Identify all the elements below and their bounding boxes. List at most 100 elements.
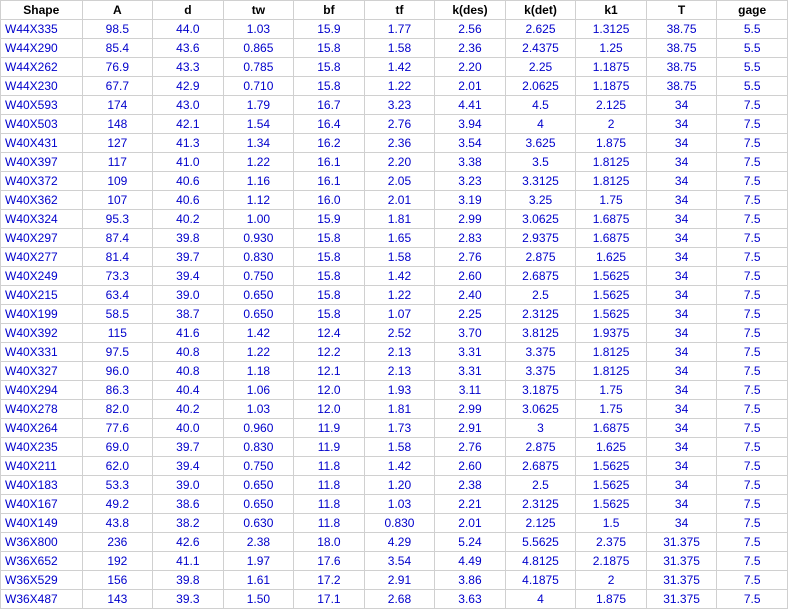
value-cell: 15.8: [294, 305, 365, 324]
value-cell: 1.875: [576, 590, 647, 609]
value-cell: 39.7: [153, 438, 224, 457]
value-cell: 3.0625: [505, 210, 576, 229]
value-cell: 62.0: [82, 457, 153, 476]
value-cell: 7.5: [717, 153, 788, 172]
value-cell: 34: [646, 305, 717, 324]
col-header-shape: Shape: [1, 1, 83, 20]
value-cell: 34: [646, 514, 717, 533]
value-cell: 1.07: [364, 305, 435, 324]
table-body: W44X33598.544.01.0315.91.772.562.6251.31…: [1, 20, 788, 609]
col-header-tw: tw: [223, 1, 294, 20]
value-cell: 0.630: [223, 514, 294, 533]
value-cell: 1.8125: [576, 362, 647, 381]
value-cell: 40.8: [153, 362, 224, 381]
value-cell: 2.01: [435, 514, 506, 533]
value-cell: 1.73: [364, 419, 435, 438]
table-row: W40X29486.340.41.0612.01.933.113.18751.7…: [1, 381, 788, 400]
shape-cell: W40X362: [1, 191, 83, 210]
value-cell: 2.5: [505, 476, 576, 495]
col-header-kdes: k(des): [435, 1, 506, 20]
value-cell: 4.29: [364, 533, 435, 552]
value-cell: 2.68: [364, 590, 435, 609]
value-cell: 11.9: [294, 419, 365, 438]
table-row: W40X21162.039.40.75011.81.422.602.68751.…: [1, 457, 788, 476]
value-cell: 4: [505, 115, 576, 134]
value-cell: 156: [82, 571, 153, 590]
shape-cell: W40X503: [1, 115, 83, 134]
value-cell: 38.75: [646, 58, 717, 77]
col-header-bf: bf: [294, 1, 365, 20]
value-cell: 2.9375: [505, 229, 576, 248]
value-cell: 34: [646, 362, 717, 381]
value-cell: 41.0: [153, 153, 224, 172]
shape-cell: W40X167: [1, 495, 83, 514]
value-cell: 115: [82, 324, 153, 343]
value-cell: 41.3: [153, 134, 224, 153]
value-cell: 98.5: [82, 20, 153, 39]
value-cell: 12.0: [294, 381, 365, 400]
shape-cell: W40X199: [1, 305, 83, 324]
value-cell: 34: [646, 267, 717, 286]
value-cell: 16.1: [294, 172, 365, 191]
value-cell: 39.4: [153, 457, 224, 476]
value-cell: 1.8125: [576, 172, 647, 191]
value-cell: 1.54: [223, 115, 294, 134]
value-cell: 7.5: [717, 229, 788, 248]
shape-cell: W40X183: [1, 476, 83, 495]
value-cell: 40.6: [153, 191, 224, 210]
value-cell: 1.22: [364, 77, 435, 96]
table-row: W40X24973.339.40.75015.81.422.602.68751.…: [1, 267, 788, 286]
value-cell: 7.5: [717, 96, 788, 115]
table-row: W40X43112741.31.3416.22.363.543.6251.875…: [1, 134, 788, 153]
value-cell: 7.5: [717, 552, 788, 571]
value-cell: 0.750: [223, 457, 294, 476]
value-cell: 1.20: [364, 476, 435, 495]
shape-cell: W40X149: [1, 514, 83, 533]
value-cell: 0.650: [223, 305, 294, 324]
shape-cell: W40X372: [1, 172, 83, 191]
value-cell: 2.05: [364, 172, 435, 191]
value-cell: 81.4: [82, 248, 153, 267]
value-cell: 7.5: [717, 362, 788, 381]
value-cell: 236: [82, 533, 153, 552]
value-cell: 1.5625: [576, 305, 647, 324]
value-cell: 16.2: [294, 134, 365, 153]
value-cell: 7.5: [717, 210, 788, 229]
value-cell: 34: [646, 210, 717, 229]
value-cell: 3.3125: [505, 172, 576, 191]
value-cell: 1.34: [223, 134, 294, 153]
value-cell: 34: [646, 191, 717, 210]
table-row: W36X80023642.62.3818.04.295.245.56252.37…: [1, 533, 788, 552]
value-cell: 0.930: [223, 229, 294, 248]
value-cell: 17.2: [294, 571, 365, 590]
value-cell: 7.5: [717, 134, 788, 153]
value-cell: 3.54: [364, 552, 435, 571]
value-cell: 11.8: [294, 476, 365, 495]
value-cell: 15.8: [294, 248, 365, 267]
value-cell: 96.0: [82, 362, 153, 381]
value-cell: 1.42: [364, 58, 435, 77]
value-cell: 2.5: [505, 286, 576, 305]
value-cell: 1.5: [576, 514, 647, 533]
value-cell: 2.56: [435, 20, 506, 39]
value-cell: 1.65: [364, 229, 435, 248]
value-cell: 2.01: [435, 77, 506, 96]
value-cell: 0.650: [223, 495, 294, 514]
value-cell: 2.38: [435, 476, 506, 495]
shape-cell: W40X324: [1, 210, 83, 229]
value-cell: 4: [505, 590, 576, 609]
value-cell: 2.125: [576, 96, 647, 115]
shape-cell: W40X397: [1, 153, 83, 172]
value-cell: 43.6: [153, 39, 224, 58]
table-row: W40X14943.838.20.63011.80.8302.012.1251.…: [1, 514, 788, 533]
shape-cell: W40X278: [1, 400, 83, 419]
value-cell: 42.6: [153, 533, 224, 552]
value-cell: 143: [82, 590, 153, 609]
value-cell: 7.5: [717, 457, 788, 476]
value-cell: 1.9375: [576, 324, 647, 343]
value-cell: 2.40: [435, 286, 506, 305]
value-cell: 40.4: [153, 381, 224, 400]
value-cell: 4.49: [435, 552, 506, 571]
value-cell: 7.5: [717, 495, 788, 514]
value-cell: 7.5: [717, 343, 788, 362]
